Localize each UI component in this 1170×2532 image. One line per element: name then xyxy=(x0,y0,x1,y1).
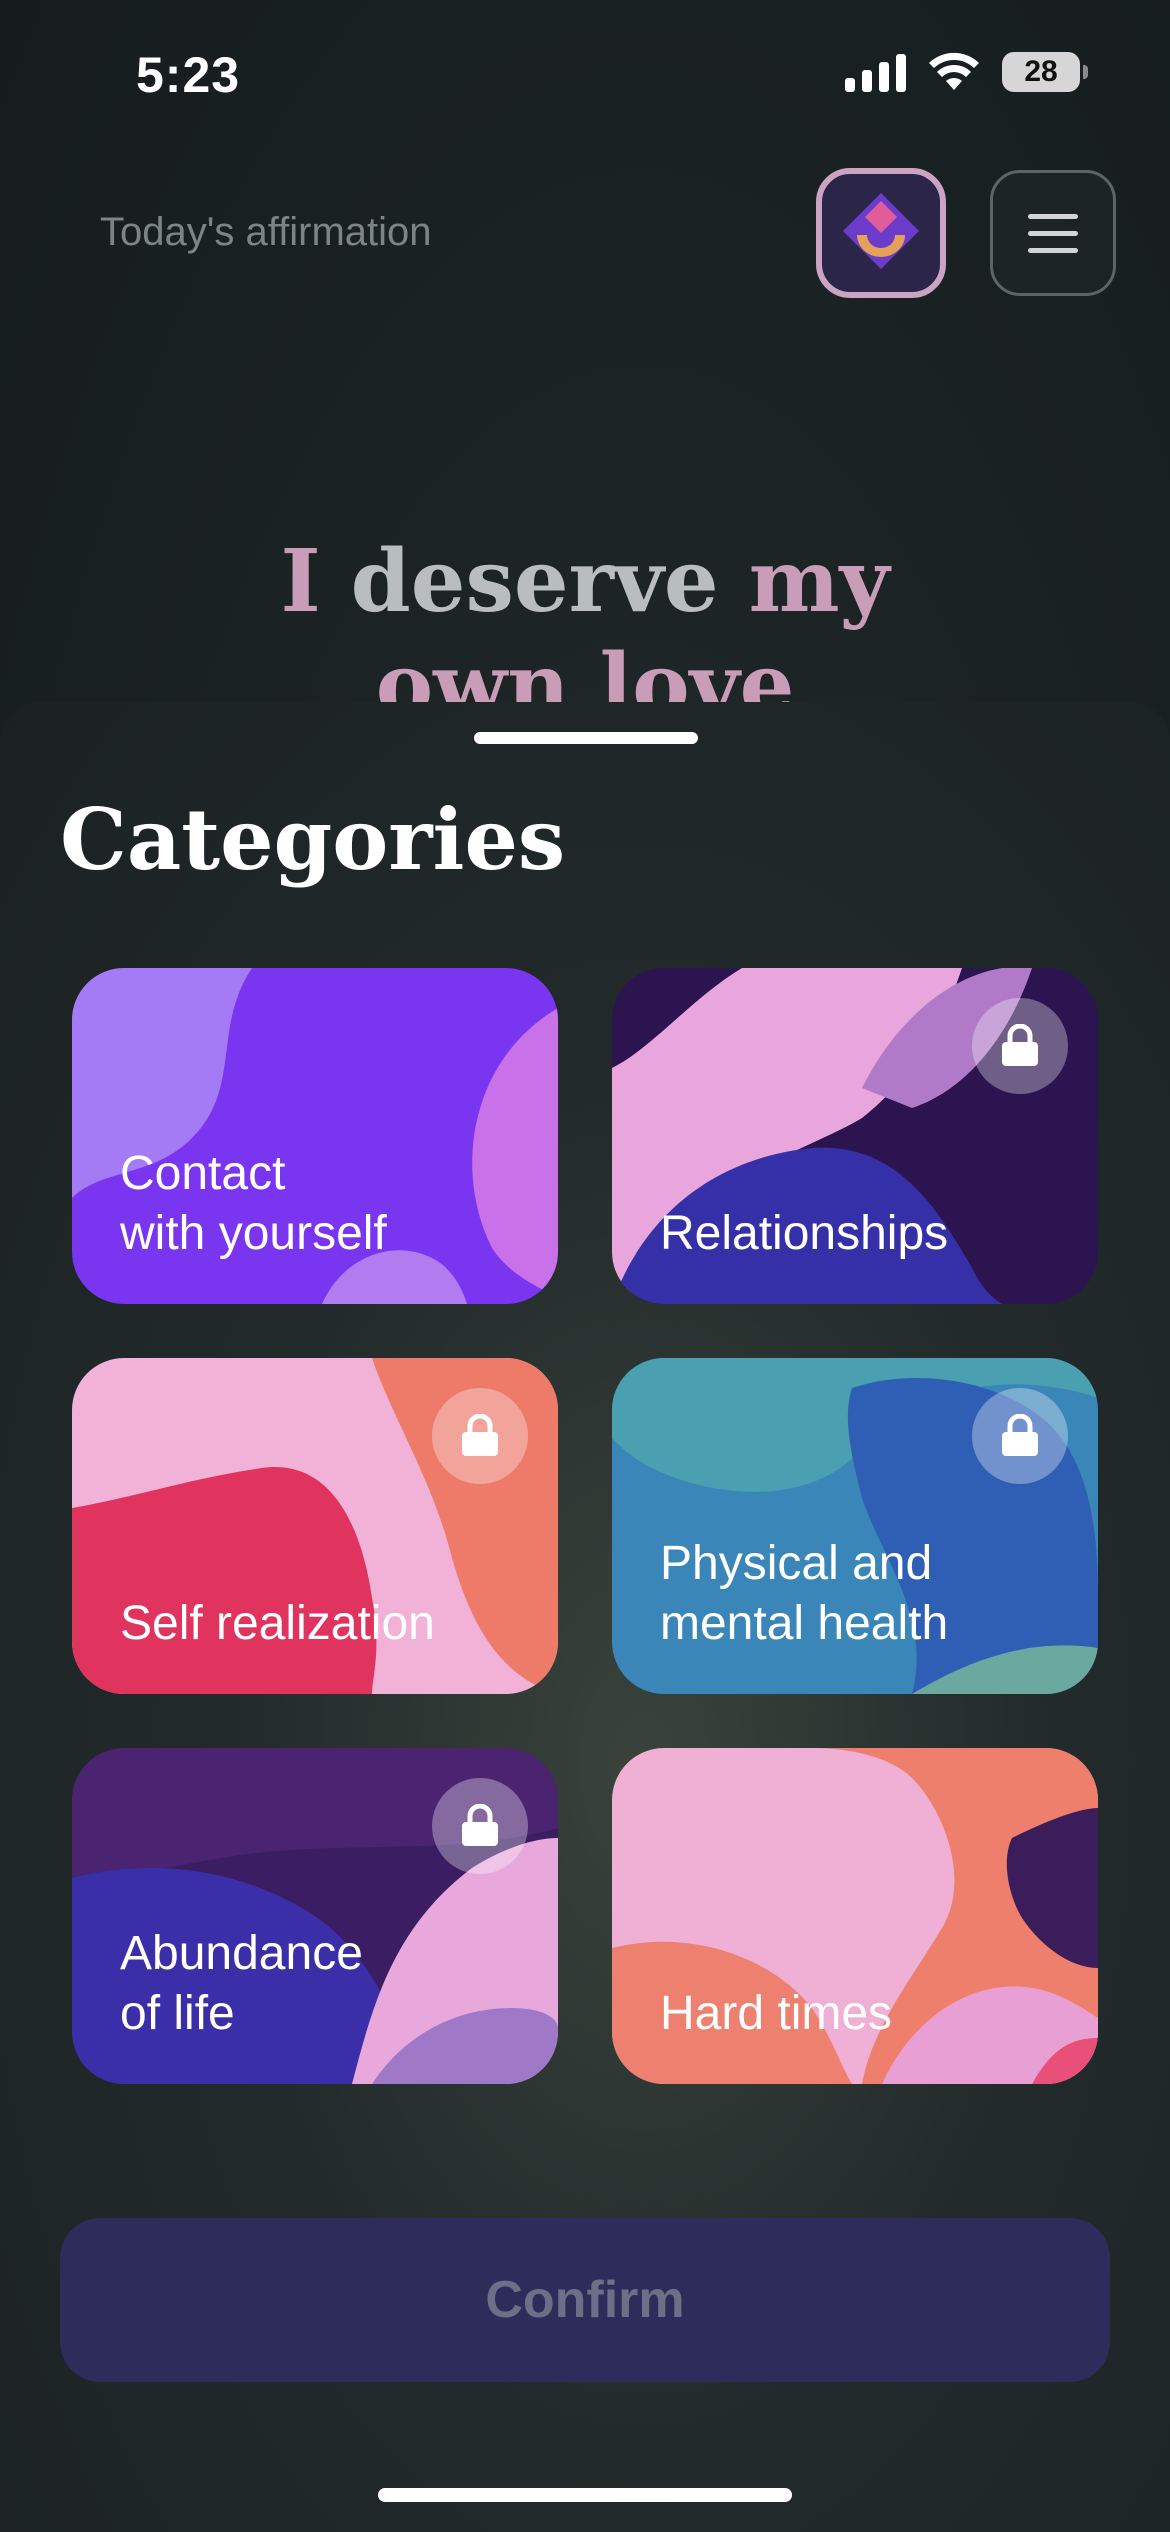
menu-icon-line xyxy=(1028,247,1078,253)
screen: 5:23 28 Today's affirmation I deserve my… xyxy=(0,0,1170,2532)
category-card-physical-mental-health[interactable]: Physical and mental health xyxy=(612,1358,1098,1694)
status-time: 5:23 xyxy=(136,47,241,103)
card-label: Hard times xyxy=(660,1984,1068,2044)
todays-affirmation-label: Today's affirmation xyxy=(100,210,432,254)
menu-icon xyxy=(1028,213,1078,219)
lock-button[interactable] xyxy=(432,1388,528,1484)
lock-icon xyxy=(462,1804,498,1846)
affirmation-word: my xyxy=(748,531,890,632)
card-label-line: Hard times xyxy=(660,1987,893,2040)
lock-button[interactable] xyxy=(972,1388,1068,1484)
status-icons: 28 xyxy=(845,52,1088,92)
categories-sheet: Categories Contact with yourself Relatio… xyxy=(0,702,1170,2532)
app-logo-button[interactable] xyxy=(816,168,946,298)
card-label-line: Self realization xyxy=(120,1597,435,1650)
card-label-line: of life xyxy=(120,1987,235,2040)
category-card-self-realization[interactable]: Self realization xyxy=(72,1358,558,1694)
category-card-hard-times[interactable]: Hard times xyxy=(612,1748,1098,2084)
menu-icon-line xyxy=(1028,230,1078,236)
card-label: Physical and mental health xyxy=(660,1534,1068,1654)
home-indicator xyxy=(378,2488,792,2502)
sheet-title: Categories xyxy=(60,790,566,889)
card-label-line: Relationships xyxy=(660,1207,949,1260)
confirm-button[interactable]: Confirm xyxy=(60,2218,1110,2382)
lock-button[interactable] xyxy=(432,1778,528,1874)
app-logo-icon xyxy=(843,193,919,269)
menu-button[interactable] xyxy=(990,170,1116,296)
card-label-line: mental health xyxy=(660,1597,949,1650)
wifi-icon xyxy=(929,52,979,90)
card-label-line: Abundance xyxy=(120,1927,363,1980)
battery-icon: 28 xyxy=(1002,52,1088,92)
category-card-contact[interactable]: Contact with yourself xyxy=(72,968,558,1304)
card-label: Contact with yourself xyxy=(120,1144,528,1264)
lock-icon xyxy=(462,1414,498,1456)
affirmation-word: deserve xyxy=(320,531,749,632)
card-label-line: with yourself xyxy=(120,1207,387,1260)
affirmation-word: I xyxy=(280,531,321,632)
card-label: Abundance of life xyxy=(120,1924,528,2044)
signal-icon xyxy=(845,52,906,92)
category-card-abundance[interactable]: Abundance of life xyxy=(72,1748,558,2084)
card-label-line: Contact xyxy=(120,1147,286,1200)
category-card-relationships[interactable]: Relationships xyxy=(612,968,1098,1304)
card-label-line: Physical and xyxy=(660,1537,933,1590)
lock-icon xyxy=(1002,1024,1038,1066)
sheet-grabber[interactable] xyxy=(474,732,698,744)
card-label: Relationships xyxy=(660,1204,1068,1264)
lock-button[interactable] xyxy=(972,998,1068,1094)
card-label: Self realization xyxy=(120,1594,528,1654)
battery-level: 28 xyxy=(1024,55,1058,88)
lock-icon xyxy=(1002,1414,1038,1456)
